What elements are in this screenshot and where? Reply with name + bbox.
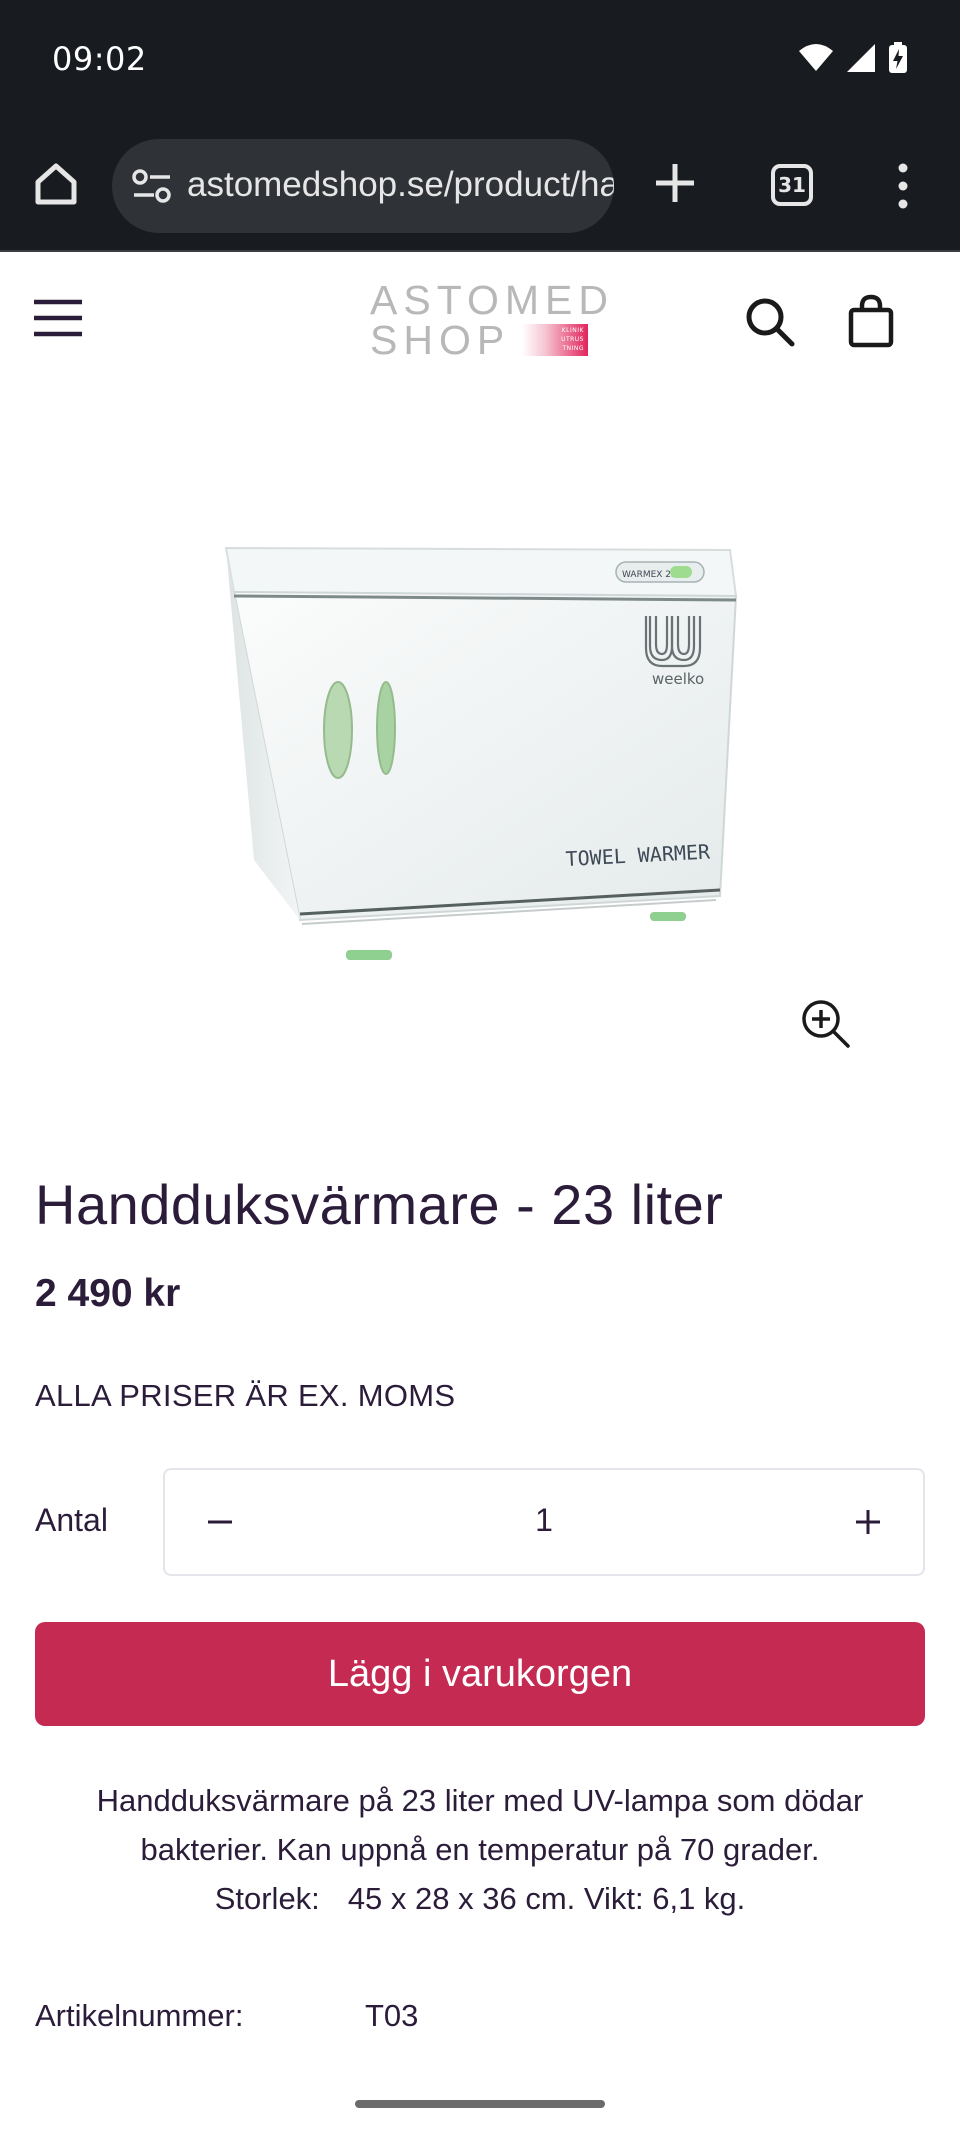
description-size-line: Storlek: 45 x 28 x 36 cm. Vikt: 6,1 kg.	[35, 1874, 925, 1923]
site-logo[interactable]: ASTOMED SHOP KLINIK UTRUS TNING	[366, 278, 608, 363]
url-text[interactable]: astomedshop.se/product/handduksvarmare-2…	[187, 165, 614, 205]
logo-tag-line: KLINIK	[561, 327, 584, 334]
site-settings-icon[interactable]	[132, 168, 172, 208]
gesture-bar[interactable]	[355, 2100, 605, 2108]
new-tab-icon[interactable]	[650, 158, 700, 208]
sku-value: T03	[365, 1998, 419, 2033]
zoom-in-icon[interactable]	[800, 998, 852, 1050]
menu-icon[interactable]	[34, 298, 82, 338]
sku-label: Artikelnummer:	[35, 1998, 244, 2033]
shopping-bag-icon[interactable]	[848, 294, 894, 348]
logo-line-1: ASTOMED	[370, 277, 614, 323]
battery-charging-icon	[888, 42, 908, 74]
description-line: Handduksvärmare på 23 liter med UV-lampa…	[96, 1783, 864, 1818]
description-line: bakterier. Kan uppnå en temperatur på 70…	[140, 1832, 820, 1867]
status-time: 09:02	[52, 40, 147, 78]
product-badge-text: WARMEX 23	[622, 570, 677, 580]
more-vert-icon[interactable]	[886, 162, 920, 210]
site-header: ASTOMED SHOP KLINIK UTRUS TNING	[0, 254, 960, 386]
wifi-icon	[798, 43, 834, 73]
home-icon[interactable]	[32, 160, 80, 208]
product-image[interactable]: WARMEX 23 weelko TOWEL WARMER	[210, 520, 750, 970]
quantity-input[interactable]: 1	[275, 1502, 813, 1539]
search-icon[interactable]	[744, 296, 796, 348]
vat-note: ALLA PRISER ÄR EX. MOMS	[35, 1378, 456, 1413]
quantity-label: Antal	[35, 1502, 108, 1538]
status-bar: 09:02	[0, 0, 960, 122]
product-description: Handduksvärmare på 23 liter med UV-lampa…	[35, 1776, 925, 1923]
product-title: Handduksvärmare - 23 liter	[35, 1173, 724, 1236]
quantity-increase-button[interactable]	[813, 1470, 923, 1574]
signal-icon	[846, 43, 876, 73]
size-label: Storlek:	[214, 1881, 320, 1916]
tab-switcher-icon[interactable]: 31	[771, 164, 813, 206]
add-to-cart-button[interactable]: Lägg i varukorgen	[35, 1622, 925, 1726]
logo-tag-line: UTRUS	[561, 336, 584, 343]
address-bar[interactable]: astomedshop.se/product/handduksvarmare-2…	[112, 139, 614, 233]
product-brand-text: weelko	[652, 670, 704, 688]
quantity-stepper: 1	[163, 1468, 925, 1576]
quantity-decrease-button[interactable]	[165, 1470, 275, 1574]
logo-tag: KLINIK UTRUS TNING	[522, 324, 588, 356]
logo-line-2: SHOP	[370, 317, 511, 363]
status-icons	[798, 42, 908, 74]
product-price: 2 490 kr	[35, 1272, 181, 1315]
size-value: 45 x 28 x 36 cm. Vikt: 6,1 kg.	[347, 1881, 746, 1916]
browser-toolbar: astomedshop.se/product/handduksvarmare-2…	[0, 122, 960, 252]
logo-tag-line: TNING	[562, 345, 584, 352]
